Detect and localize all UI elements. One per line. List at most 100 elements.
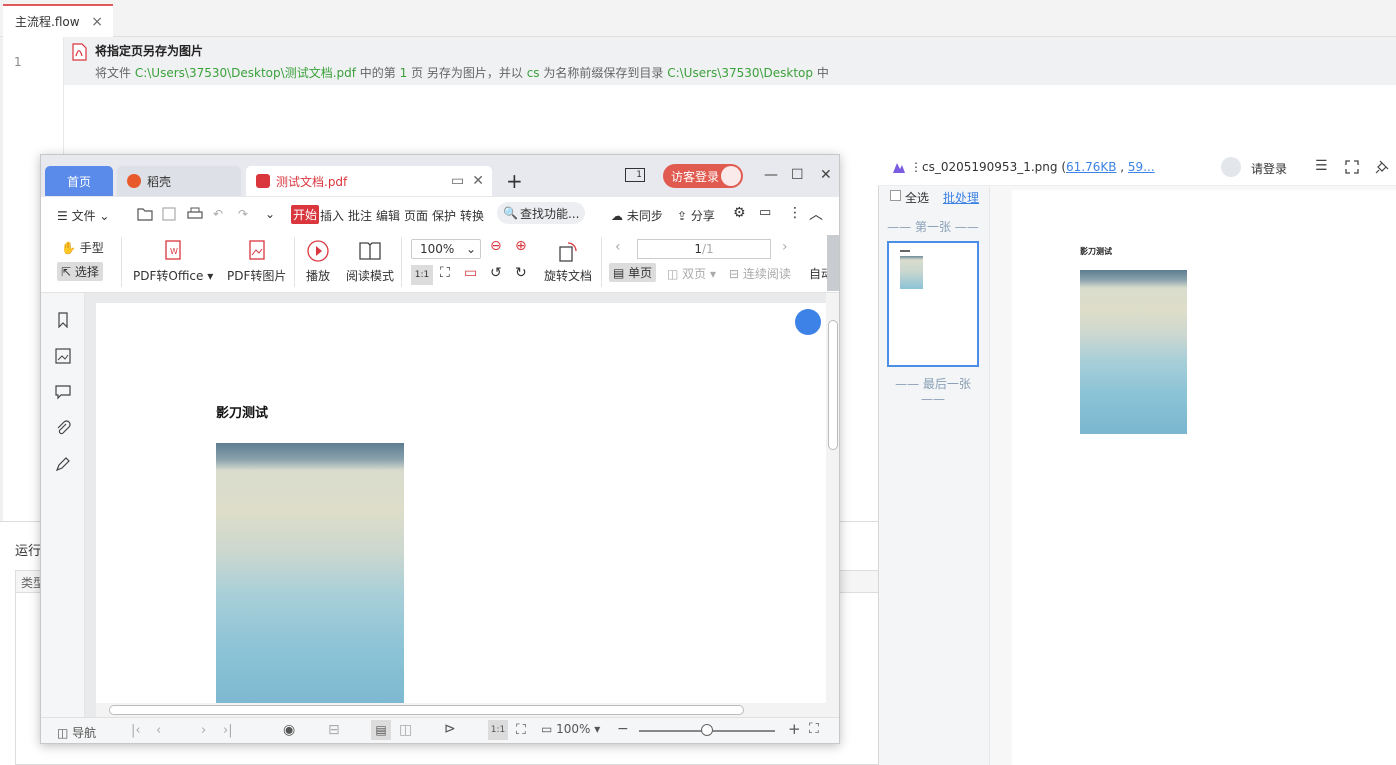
read-mode-button[interactable]: 阅读模式: [346, 239, 394, 284]
actual-size-icon[interactable]: 1:1: [411, 265, 433, 285]
select-all-checkbox[interactable]: [890, 190, 901, 201]
play-icon[interactable]: ⊳: [444, 721, 456, 737]
navigation-toggle[interactable]: ◫ 导航: [57, 724, 96, 741]
prev-page-icon[interactable]: ‹: [615, 239, 621, 255]
open-folder-icon[interactable]: [137, 207, 153, 221]
page-number-input[interactable]: 1/1: [637, 239, 771, 259]
search-icon: 🔍: [503, 206, 518, 220]
rotate-left-icon[interactable]: ↺: [490, 265, 502, 281]
comment-icon[interactable]: ▭: [759, 205, 771, 220]
maximize-icon[interactable]: ☐: [791, 167, 804, 183]
fit-width-icon[interactable]: ▭: [464, 265, 477, 281]
select-tool[interactable]: ⇱ 选择: [57, 262, 103, 281]
collapse-ribbon-icon[interactable]: ︿: [809, 204, 823, 224]
rotate-right-icon[interactable]: ↻: [515, 265, 527, 281]
continuous-read-button[interactable]: ⊟ 连续阅读: [729, 265, 791, 282]
zoom-out-icon[interactable]: −: [617, 721, 629, 737]
select-all-label[interactable]: 全选: [905, 189, 929, 206]
tab-document[interactable]: 测试文档.pdf ▭ ✕: [246, 166, 492, 196]
save-icon[interactable]: [162, 207, 176, 221]
vertical-scroll-thumb[interactable]: [828, 320, 838, 450]
undo-icon[interactable]: ↶: [213, 207, 223, 221]
tab-edit[interactable]: 编辑: [376, 207, 400, 224]
tab-label: 主流程.flow: [15, 15, 80, 29]
line-number: 1: [14, 55, 22, 69]
ribbon-scroll-handle[interactable]: [827, 235, 839, 291]
comment-icon[interactable]: [55, 384, 71, 400]
file-size-link[interactable]: 61.76KB: [1066, 160, 1116, 174]
new-tab-button[interactable]: +: [506, 169, 523, 193]
image-thumbnail-icon[interactable]: [55, 348, 71, 364]
menu-icon[interactable]: ☰: [1315, 158, 1328, 174]
attachment-icon[interactable]: [55, 420, 71, 436]
close-icon[interactable]: ✕: [820, 167, 832, 183]
guest-login-button[interactable]: 访客登录: [663, 164, 743, 188]
viewer-login-link[interactable]: 请登录: [1251, 160, 1287, 177]
window-icon[interactable]: ▭: [451, 173, 464, 189]
first-image-label: —— 第一张 ——: [887, 220, 979, 234]
document-title: 影刀测试: [216, 406, 269, 421]
fullscreen-icon[interactable]: ⛶: [809, 721, 819, 737]
tab-insert[interactable]: 插入: [320, 207, 344, 224]
zoom-select[interactable]: 100% ⌄: [411, 239, 481, 259]
thumbnail-image: [900, 256, 923, 289]
zoom-in-icon[interactable]: +: [788, 720, 801, 738]
horizontal-scroll-thumb[interactable]: [109, 705, 744, 715]
last-page-icon[interactable]: ›|: [223, 723, 233, 738]
sync-status[interactable]: ☁ 未同步: [611, 207, 663, 224]
tab-start[interactable]: 开始: [291, 205, 320, 224]
more-icon[interactable]: ⋮: [788, 205, 802, 221]
next-page-icon[interactable]: ›: [201, 723, 206, 738]
play-button[interactable]: 播放: [306, 239, 330, 284]
tab-annotate[interactable]: 批注: [348, 207, 372, 224]
pin-icon[interactable]: [1375, 160, 1389, 174]
tab-page[interactable]: 页面: [404, 207, 428, 224]
eye-protection-icon[interactable]: ◉: [283, 722, 295, 738]
pdf-to-image-button[interactable]: PDF转图片: [227, 239, 286, 284]
fit-page-icon[interactable]: ⛶: [516, 722, 526, 738]
file-menu[interactable]: ☰ 文件 ⌄: [57, 207, 109, 224]
tab-protect[interactable]: 保护: [432, 207, 456, 224]
pdf-to-office-button[interactable]: W PDF转Office ▾: [133, 239, 213, 284]
share-button[interactable]: ⇪ 分享: [677, 207, 715, 224]
window-count-icon[interactable]: 1: [625, 168, 645, 182]
zoom-slider-knob[interactable]: [701, 724, 713, 736]
signature-icon[interactable]: [55, 456, 71, 472]
print-icon[interactable]: [187, 207, 203, 221]
daoke-icon: [127, 174, 141, 188]
double-page-button[interactable]: ◫ 双页 ▾: [667, 265, 716, 282]
close-icon[interactable]: ×: [91, 14, 103, 30]
tab-convert[interactable]: 转换: [460, 207, 484, 224]
zoom-out-icon[interactable]: ⊖: [490, 238, 502, 254]
wps-pdf-window: 首页 稻壳 测试文档.pdf ▭ ✕ + 1 访客登录 — ☐ ✕ ☰ 文件 ⌄ …: [40, 154, 840, 744]
bookmark-icon[interactable]: [55, 312, 71, 328]
single-page-button[interactable]: ▤ 单页: [609, 263, 657, 282]
zoom-in-icon[interactable]: ⊕: [515, 238, 527, 254]
file-dims-link[interactable]: 59...: [1128, 160, 1155, 174]
rotate-document-button[interactable]: 旋转文档: [544, 239, 592, 284]
double-page-icon[interactable]: ◫: [399, 722, 412, 738]
zoom-level-dropdown[interactable]: ▭ 100% ▾: [541, 722, 600, 736]
more-dropdown-icon[interactable]: ⌄: [265, 207, 275, 221]
batch-process-link[interactable]: 批处理: [943, 189, 979, 206]
tab-home[interactable]: 首页: [45, 166, 113, 196]
close-icon[interactable]: ✕: [472, 173, 484, 189]
tab-main-flow[interactable]: 主流程.flow ×: [3, 4, 113, 37]
split-icon[interactable]: ⊟: [328, 722, 340, 738]
tab-daoke[interactable]: 稻壳: [117, 166, 241, 196]
search-function-input[interactable]: 🔍 查找功能...: [497, 202, 585, 224]
prev-page-icon[interactable]: ‹: [156, 723, 161, 738]
avatar[interactable]: [1221, 157, 1241, 177]
first-page-icon[interactable]: |‹: [131, 723, 141, 738]
pdf-to-office-icon: W: [165, 240, 181, 260]
next-page-icon[interactable]: ›: [782, 239, 788, 255]
hand-tool[interactable]: ✋ 手型: [61, 239, 104, 256]
floating-tool-icon[interactable]: [795, 309, 821, 335]
actual-size-icon[interactable]: 1:1: [488, 720, 508, 740]
fullscreen-icon[interactable]: [1345, 160, 1359, 174]
settings-icon[interactable]: ⚙: [733, 205, 746, 221]
single-page-icon[interactable]: ▤: [371, 720, 391, 740]
minimize-icon[interactable]: —: [764, 167, 778, 183]
redo-icon[interactable]: ↷: [238, 207, 248, 221]
fit-page-icon[interactable]: ⛶: [440, 265, 450, 281]
